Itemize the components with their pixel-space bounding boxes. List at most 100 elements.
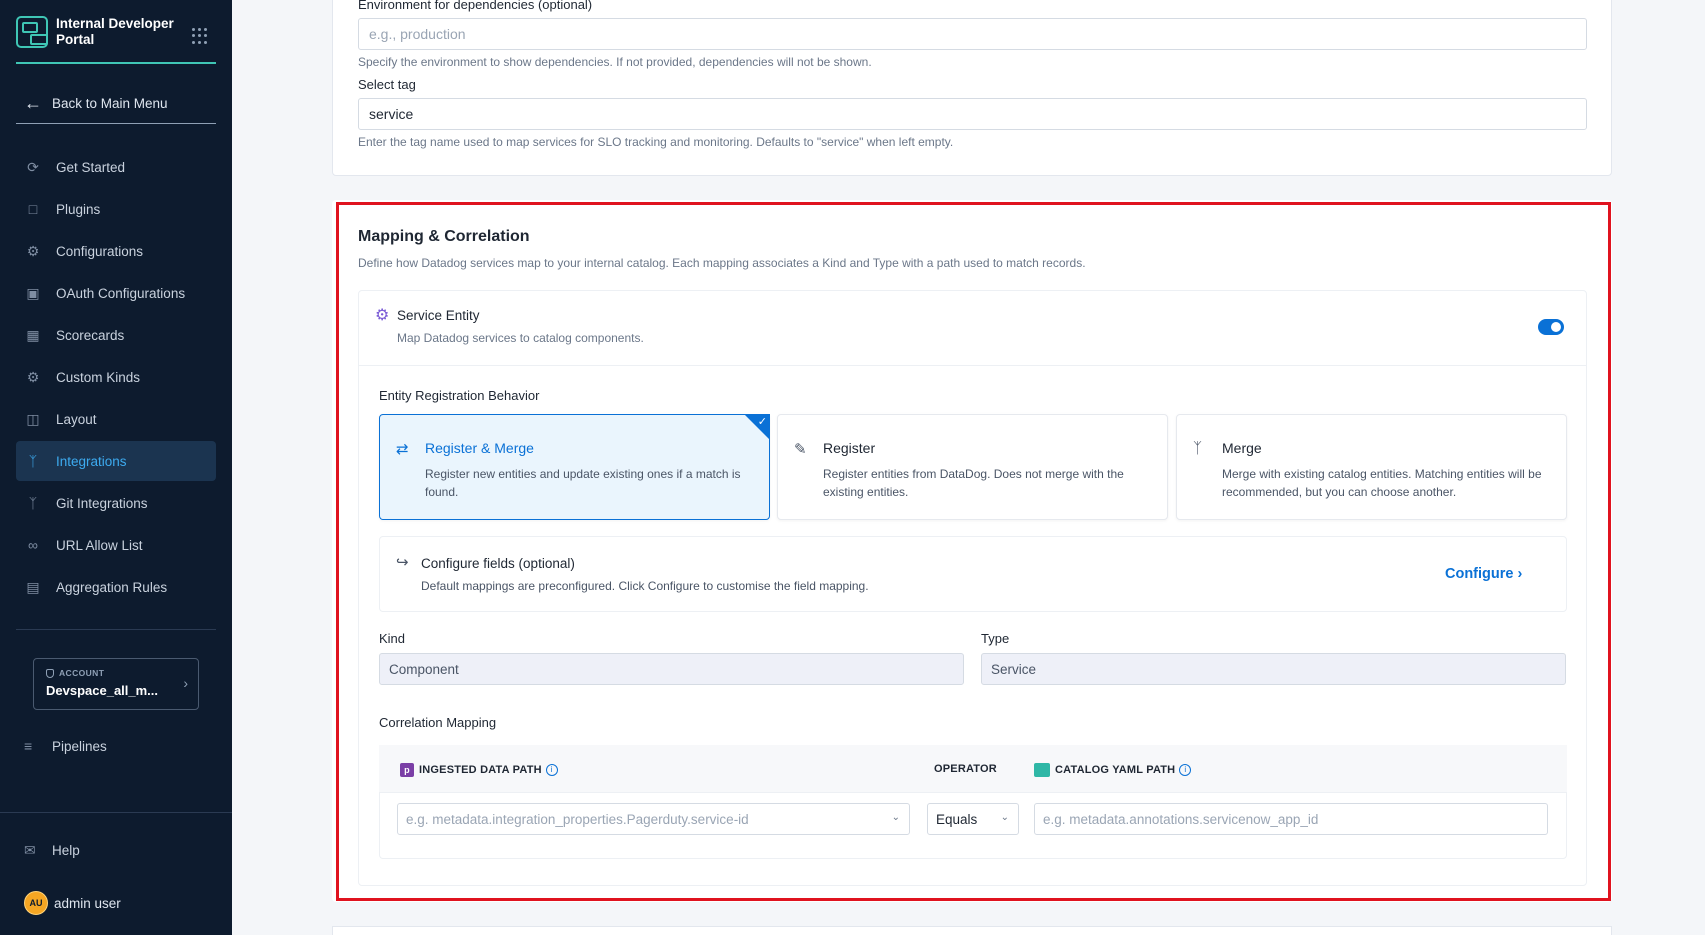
kind-label: Kind [379,631,406,646]
help-button[interactable]: ✉ Help [24,830,80,870]
sidebar-item-label: URL Allow List [56,537,143,553]
brand-title: Internal Developer Portal [56,16,174,47]
sidebar-item-label: Scorecards [56,327,125,343]
service-entity-header [358,290,1587,366]
sidebar-divider [0,812,232,813]
sidebar-item-custom-kinds[interactable]: ⚙ Custom Kinds [16,357,216,397]
sidebar-item-url-allow-list[interactable]: ∞ URL Allow List [16,525,216,565]
lock-icon: ▣ [26,284,40,301]
ingested-data-path-header: p INGESTED DATA PATH i [400,763,558,777]
sidebar-item-pipelines[interactable]: ≡ Pipelines [24,726,107,766]
type-field[interactable]: Service [981,653,1566,685]
gear-icon: ⚙ [375,307,390,324]
chevron-down-icon: ⌄ [1000,812,1009,823]
catalog-yaml-path-input[interactable]: e.g. metadata.annotations.servicenow_app… [1034,803,1548,835]
entity-registration-label: Entity Registration Behavior [379,388,540,403]
configure-fields-icon: ↪ [396,554,409,571]
toggle-knob [1551,322,1561,332]
pagerduty-icon: p [400,763,414,777]
option-merge[interactable]: ᛉ Merge Merge with existing catalog enti… [1176,414,1567,520]
select-value: Equals [936,811,978,827]
configure-fields-title: Configure fields (optional) [421,556,575,571]
sidebar-item-get-started[interactable]: ⟳ Get Started [16,147,216,187]
check-icon: ✓ [757,416,767,428]
type-label: Type [981,631,1010,646]
configure-fields-panel [379,536,1567,612]
back-to-main-menu-button[interactable]: ← Back to Main Menu [16,84,216,124]
service-entity-toggle[interactable] [1538,319,1564,335]
sidebar-item-label: Aggregation Rules [56,579,168,595]
tag-input[interactable]: service [358,98,1587,130]
sidebar-item-label: Get Started [56,159,126,175]
tag-hint: Enter the tag name used to map services … [358,135,954,149]
app-grid-icon[interactable] [192,28,208,44]
configure-fields-description: Default mappings are preconfigured. Clic… [421,579,869,593]
nav-divider [16,629,216,630]
help-label: Help [52,842,80,858]
help-icon: ✉ [24,841,36,858]
tag-label: Select tag [358,77,416,92]
chevron-right-icon: › [1517,566,1523,582]
kind-field[interactable]: Component [379,653,964,685]
entity-subtitle: Map Datadog services to catalog componen… [397,331,644,345]
option-register-merge[interactable]: ⇄ Register & Merge Register new entities… [379,414,770,520]
account-name: Devspace_all_m... [46,683,159,698]
operator-header: OPERATOR [934,763,997,775]
brand[interactable]: Internal Developer Portal [16,16,216,64]
register-merge-icon: ⇄ [396,441,409,458]
account-label: ACCOUNT [46,668,186,678]
configurations-icon: ⚙ [26,242,40,259]
chevron-down-icon: ⌄ [891,812,900,823]
account-switcher[interactable]: ACCOUNT Devspace_all_m... › [33,658,199,710]
sidebar-item-label: Integrations [56,453,127,469]
layout-icon: ◫ [26,410,40,427]
sidebar-nav: ⟳ Get Started □ Plugins ⚙ Configurations… [16,147,216,609]
sidebar-item-label: Custom Kinds [56,369,141,385]
sidebar-item-plugins[interactable]: □ Plugins [16,189,216,229]
back-label: Back to Main Menu [52,96,168,111]
sidebar-item-scorecards[interactable]: ▦ Scorecards [16,315,216,355]
sidebar: Internal Developer Portal ← Back to Main… [0,0,232,935]
column-title: CATALOG YAML PATH [1055,764,1176,776]
get-started-icon: ⟳ [27,158,39,175]
option-register[interactable]: ✎ Register Register entities from DataDo… [777,414,1168,520]
option-title: Register & Merge [425,440,534,456]
sidebar-item-aggregation-rules[interactable]: ▤ Aggregation Rules [16,567,216,607]
gear-icon: ⚙ [26,368,40,385]
configure-label: Configure [1445,566,1514,582]
info-icon[interactable]: i [545,764,558,776]
sidebar-item-label: Plugins [56,201,101,217]
operator-select[interactable]: Equals ⌄ [927,803,1019,835]
catalog-yaml-path-header: CATALOG YAML PATH i [1034,763,1192,777]
option-title: Merge [1222,440,1262,456]
option-description: Register entities from DataDog. Does not… [823,467,1124,499]
select-placeholder: e.g. metadata.integration_properties.Pag… [406,811,749,827]
sidebar-item-git-integrations[interactable]: ᛉ Git Integrations [16,483,216,523]
user-menu[interactable]: AU admin user [24,891,121,915]
merge-icon: ᛉ [1193,440,1203,457]
mapping-title: Mapping & Correlation [358,228,530,245]
register-icon: ✎ [794,441,807,458]
link-icon: ∞ [28,537,38,553]
option-description: Register new entities and update existin… [425,467,741,499]
sidebar-item-layout[interactable]: ◫ Layout [16,399,216,439]
option-description: Merge with existing catalog entities. Ma… [1222,467,1542,499]
ingested-data-path-select[interactable]: e.g. metadata.integration_properties.Pag… [397,803,910,835]
sidebar-item-oauth-configurations[interactable]: ▣ OAuth Configurations [16,273,216,313]
catalog-icon [1034,763,1050,777]
scorecards-icon: ▦ [26,326,40,343]
mapping-description: Define how Datadog services map to your … [358,256,1086,270]
environment-input[interactable]: e.g., production [358,18,1587,50]
correlation-mapping-label: Correlation Mapping [379,715,497,730]
sidebar-item-label: Layout [56,411,97,427]
env-hint: Specify the environment to show dependen… [358,55,872,69]
sidebar-item-integrations[interactable]: ᛉ Integrations [16,441,216,481]
sidebar-item-label: Pipelines [52,738,107,754]
next-card [332,926,1612,935]
configure-button[interactable]: Configure › [1445,566,1522,582]
sidebar-item-configurations[interactable]: ⚙ Configurations [16,231,216,271]
plugins-icon: □ [28,201,38,217]
entity-title: Service Entity [397,308,480,323]
info-icon[interactable]: i [1179,764,1192,776]
git-icon: ᛉ [28,495,38,511]
